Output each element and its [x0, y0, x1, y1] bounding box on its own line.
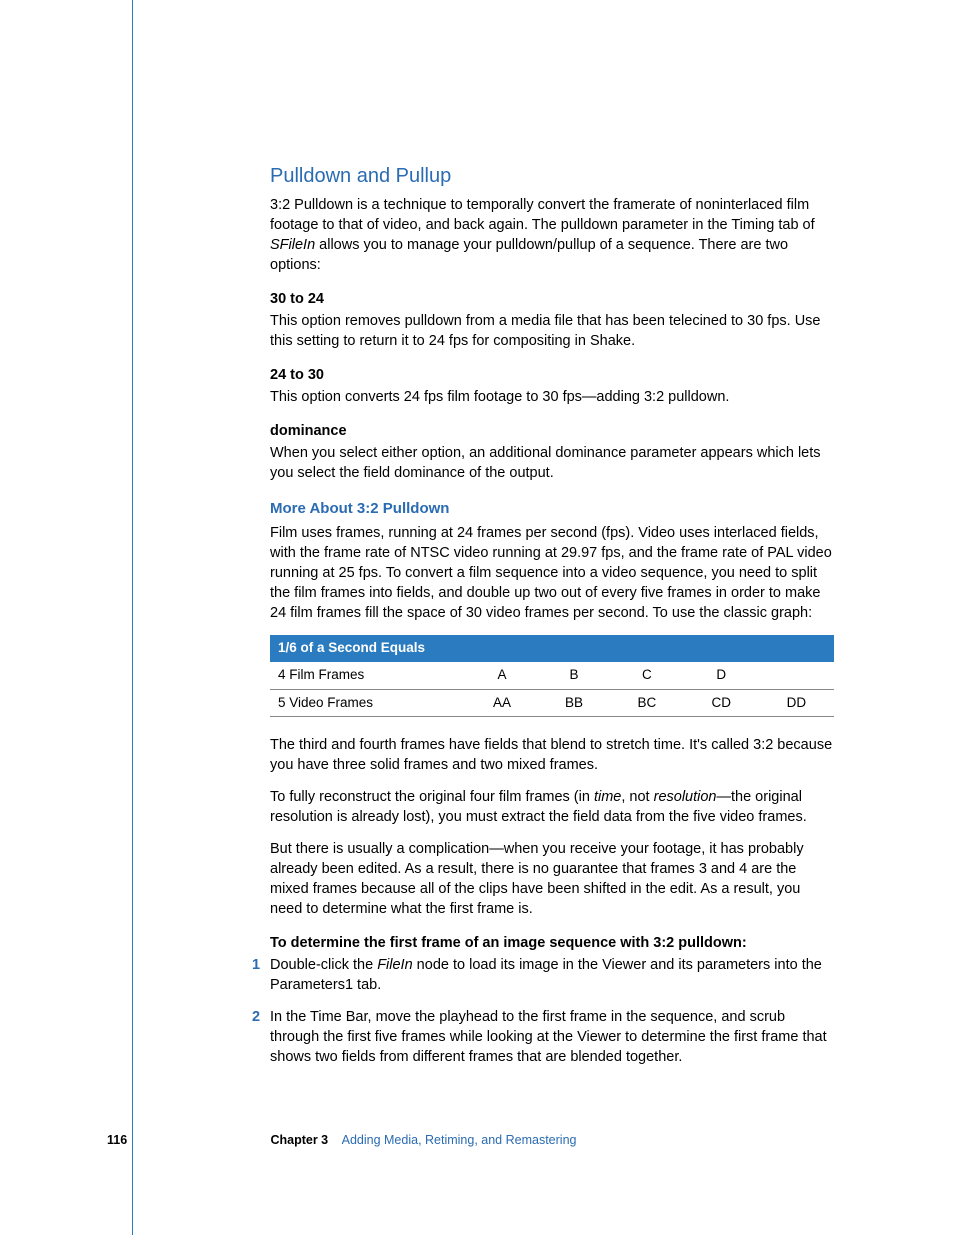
heading-30-to-24: 30 to 24 — [270, 289, 834, 309]
cell: CD — [684, 689, 759, 717]
cell: BC — [610, 689, 684, 717]
section-heading: Pulldown and Pullup — [270, 163, 834, 191]
step1-italic: FileIn — [377, 957, 412, 973]
text: To fully reconstruct the original four f… — [270, 789, 594, 805]
italic-resolution: resolution — [654, 789, 717, 805]
text: , not — [621, 789, 653, 805]
step1-text-a: Double-click the — [270, 957, 377, 973]
cell: C — [610, 662, 684, 689]
para-24-to-30: This option converts 24 fps film footage… — [270, 387, 834, 407]
intro-text-a: 3:2 Pulldown is a technique to temporall… — [270, 197, 815, 233]
cell — [759, 662, 834, 689]
page-footer: 116 Chapter 3 Adding Media, Retiming, an… — [0, 1132, 954, 1149]
step-number: 2 — [252, 1007, 260, 1027]
pulldown-table: 1/6 of a Second Equals 4 Film Frames A B… — [270, 635, 834, 717]
para-third-fourth: The third and fourth frames have fields … — [270, 735, 834, 775]
subheading-more-about: More About 3:2 Pulldown — [270, 499, 834, 520]
table-row: 5 Video Frames AA BB BC CD DD — [270, 689, 834, 717]
table-header-row: 1/6 of a Second Equals — [270, 635, 834, 662]
intro-text-b: allows you to manage your pulldown/pullu… — [270, 237, 788, 273]
para-dominance: When you select either option, an additi… — [270, 443, 834, 483]
chapter-title: Adding Media, Retiming, and Remastering — [342, 1133, 577, 1147]
para-reconstruct: To fully reconstruct the original four f… — [270, 787, 834, 827]
table-row: 4 Film Frames A B C D — [270, 662, 834, 689]
document-page: Pulldown and Pullup 3:2 Pulldown is a te… — [0, 0, 954, 1235]
steps-list: 1 Double-click the FileIn node to load i… — [270, 955, 834, 1067]
chapter-label: Chapter 3 — [270, 1133, 328, 1147]
step-number: 1 — [252, 955, 260, 975]
page-number: 116 — [107, 1132, 137, 1149]
para-more-about: Film uses frames, running at 24 frames p… — [270, 523, 834, 623]
intro-paragraph: 3:2 Pulldown is a technique to temporall… — [270, 195, 834, 275]
heading-24-to-30: 24 to 30 — [270, 365, 834, 385]
step-1: 1 Double-click the FileIn node to load i… — [270, 955, 834, 995]
cell: B — [538, 662, 610, 689]
cell: AA — [466, 689, 538, 717]
row2-label: 5 Video Frames — [270, 689, 466, 717]
steps-title: To determine the first frame of an image… — [270, 933, 834, 953]
step2-text: In the Time Bar, move the playhead to th… — [270, 1009, 827, 1065]
cell: A — [466, 662, 538, 689]
para-30-to-24: This option removes pulldown from a medi… — [270, 311, 834, 351]
cell: D — [684, 662, 759, 689]
italic-time: time — [594, 789, 621, 805]
heading-dominance: dominance — [270, 421, 834, 441]
cell: BB — [538, 689, 610, 717]
para-complication: But there is usually a complication—when… — [270, 839, 834, 919]
left-margin-rule — [132, 0, 133, 1235]
table-header: 1/6 of a Second Equals — [270, 635, 834, 662]
row1-label: 4 Film Frames — [270, 662, 466, 689]
step-2: 2 In the Time Bar, move the playhead to … — [270, 1007, 834, 1067]
cell: DD — [759, 689, 834, 717]
intro-italic: SFileIn — [270, 237, 315, 253]
